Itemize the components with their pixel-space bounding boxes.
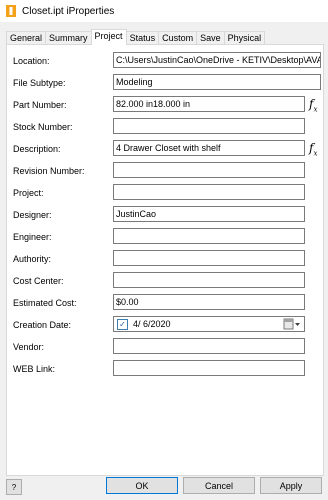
creation-date-picker[interactable]: ✓ 4/ 6/2020 — [113, 316, 305, 332]
creation-date-checkbox[interactable]: ✓ — [117, 318, 128, 330]
description-function-icon[interactable]: fx — [309, 140, 321, 157]
revision-number-row: Revision Number: — [7, 162, 323, 180]
tab-custom[interactable]: Custom — [158, 31, 198, 45]
tab-status[interactable]: Status — [125, 31, 160, 45]
project-row: Project: — [7, 184, 323, 202]
cost-center-label: Cost Center: — [13, 276, 64, 286]
project-panel: Location: C:\Users\JustinCao\OneDrive - … — [6, 44, 324, 476]
cost-center-field[interactable] — [113, 272, 305, 288]
tab-summary[interactable]: Summary — [45, 31, 92, 45]
iproperties-dialog: General Summary Project Status Custom Sa… — [0, 22, 328, 500]
tab-strip: General Summary Project Status Custom Sa… — [6, 29, 266, 45]
engineer-field[interactable] — [113, 228, 305, 244]
apply-button[interactable]: Apply — [260, 477, 322, 494]
help-icon[interactable]: ? — [6, 479, 22, 495]
location-field[interactable]: C:\Users\JustinCao\OneDrive - KETIV\Desk… — [113, 52, 321, 68]
ok-button[interactable]: OK — [106, 477, 178, 494]
location-label: Location: — [13, 56, 50, 66]
web-link-field[interactable] — [113, 360, 305, 376]
file-subtype-row: File Subtype: Modeling — [7, 74, 323, 92]
description-row: Description: 4 Drawer Closet with shelf … — [7, 140, 323, 158]
part-number-function-icon[interactable]: fx — [309, 96, 321, 113]
calendar-dropdown-icon[interactable] — [283, 318, 301, 330]
estimated-cost-field[interactable]: $0.00 — [113, 294, 305, 310]
designer-label: Designer: — [13, 210, 52, 220]
description-label: Description: — [13, 144, 61, 154]
cancel-button[interactable]: Cancel — [183, 477, 255, 494]
vendor-row: Vendor: — [7, 338, 323, 356]
authority-label: Authority: — [13, 254, 52, 264]
part-number-field[interactable]: 82.000 in18.000 in — [113, 96, 305, 112]
description-field[interactable]: 4 Drawer Closet with shelf — [113, 140, 305, 156]
estimated-cost-row: Estimated Cost: $0.00 — [7, 294, 323, 312]
stock-number-label: Stock Number: — [13, 122, 73, 132]
stock-number-row: Stock Number: — [7, 118, 323, 136]
part-number-row: Part Number: 82.000 in18.000 in fx — [7, 96, 323, 114]
tab-save[interactable]: Save — [196, 31, 225, 45]
designer-field[interactable]: JustinCao — [113, 206, 305, 222]
creation-date-row: Creation Date: ✓ 4/ 6/2020 — [7, 316, 323, 334]
engineer-label: Engineer: — [13, 232, 52, 242]
web-link-row: WEB Link: — [7, 360, 323, 378]
creation-date-label: Creation Date: — [13, 320, 72, 330]
estimated-cost-label: Estimated Cost: — [13, 298, 77, 308]
project-label: Project: — [13, 188, 44, 198]
location-row: Location: C:\Users\JustinCao\OneDrive - … — [7, 52, 323, 70]
web-link-label: WEB Link: — [13, 364, 56, 374]
tab-general[interactable]: General — [6, 31, 47, 45]
part-number-label: Part Number: — [13, 100, 67, 110]
title-bar: Closet.ipt iProperties — [0, 0, 328, 22]
designer-row: Designer: JustinCao — [7, 206, 323, 224]
stock-number-field[interactable] — [113, 118, 305, 134]
vendor-field[interactable] — [113, 338, 305, 354]
creation-date-value: 4/ 6/2020 — [133, 319, 171, 329]
cost-center-row: Cost Center: — [7, 272, 323, 290]
window-title: Closet.ipt iProperties — [22, 5, 115, 17]
vendor-label: Vendor: — [13, 342, 45, 352]
file-subtype-field[interactable]: Modeling — [113, 74, 321, 90]
file-subtype-label: File Subtype: — [13, 78, 66, 88]
authority-row: Authority: — [7, 250, 323, 268]
tab-project[interactable]: Project — [90, 29, 127, 45]
engineer-row: Engineer: — [7, 228, 323, 246]
revision-number-label: Revision Number: — [13, 166, 85, 176]
revision-number-field[interactable] — [113, 162, 305, 178]
authority-field[interactable] — [113, 250, 305, 266]
inventor-app-icon — [6, 5, 16, 17]
project-field[interactable] — [113, 184, 305, 200]
tab-physical[interactable]: Physical — [223, 31, 266, 45]
